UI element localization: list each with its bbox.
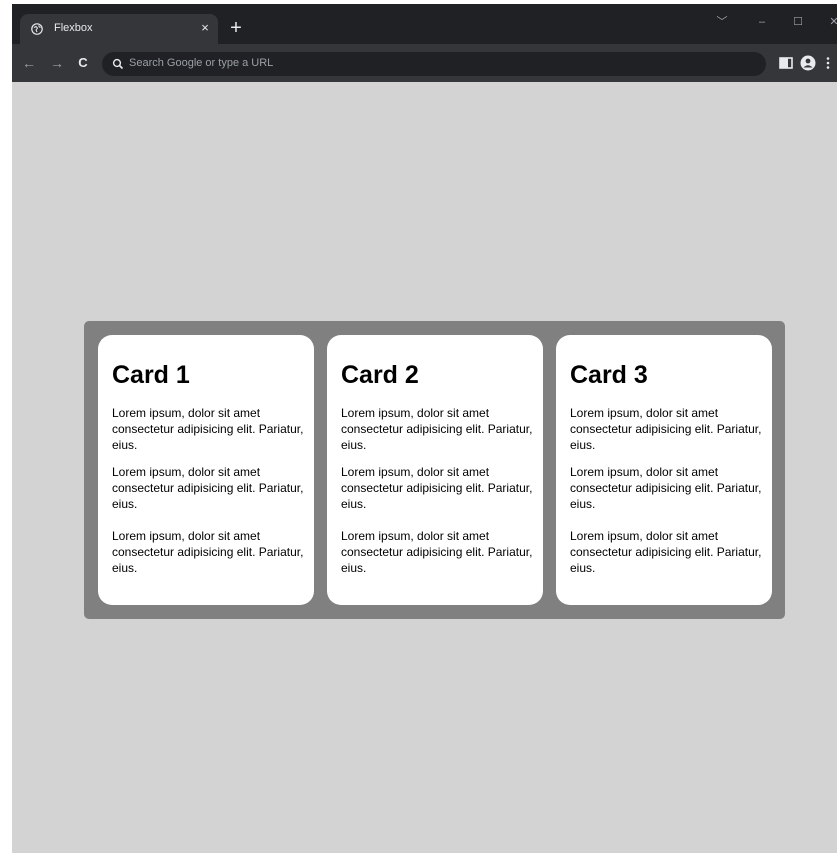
profile-icon[interactable] <box>800 55 816 71</box>
card-paragraph: Lorem ipsum, dolor sit amet consectetur … <box>112 529 304 575</box>
tab-search-icon[interactable]: ﹀ <box>712 14 732 30</box>
maximize-icon[interactable]: ☐ <box>788 14 808 30</box>
card-title: Card 2 <box>341 361 419 389</box>
flex-container: Card 1 Lorem ipsum, dolor sit amet conse… <box>84 321 785 619</box>
close-window-icon[interactable]: ✕ <box>824 14 837 30</box>
card-paragraph: Lorem ipsum, dolor sit amet consectetur … <box>570 465 762 511</box>
address-placeholder: Search Google or type a URL <box>129 57 274 69</box>
card-1: Card 1 Lorem ipsum, dolor sit amet conse… <box>98 335 314 605</box>
card-paragraph: Lorem ipsum, dolor sit amet consectetur … <box>570 529 762 575</box>
card-title: Card 3 <box>570 361 648 389</box>
tab-title: Flexbox <box>54 22 93 34</box>
card-paragraph: Lorem ipsum, dolor sit amet consectetur … <box>112 406 304 452</box>
card-title: Card 1 <box>112 361 190 389</box>
globe-icon <box>31 23 43 35</box>
forward-icon[interactable]: → <box>48 54 66 72</box>
address-bar[interactable]: Search Google or type a URL <box>102 52 766 76</box>
page-viewport: Card 1 Lorem ipsum, dolor sit amet conse… <box>12 82 837 853</box>
back-icon[interactable]: ← <box>20 54 38 72</box>
card-2: Card 2 Lorem ipsum, dolor sit amet conse… <box>327 335 543 605</box>
menu-icon[interactable] <box>823 55 833 71</box>
search-icon <box>112 58 124 70</box>
tab-flexbox[interactable]: Flexbox × <box>20 14 218 44</box>
card-paragraph: Lorem ipsum, dolor sit amet consectetur … <box>341 465 533 511</box>
card-3: Card 3 Lorem ipsum, dolor sit amet conse… <box>556 335 772 605</box>
card-paragraph: Lorem ipsum, dolor sit amet consectetur … <box>341 406 533 452</box>
tab-strip: Flexbox × + ﹀ – ☐ ✕ <box>12 4 837 44</box>
minimize-icon[interactable]: – <box>752 14 772 30</box>
card-paragraph: Lorem ipsum, dolor sit amet consectetur … <box>341 529 533 575</box>
card-paragraph: Lorem ipsum, dolor sit amet consectetur … <box>112 465 304 511</box>
browser-toolbar: ← → C Search Google or type a URL <box>12 44 837 82</box>
browser-window: Flexbox × + ﹀ – ☐ ✕ ← → C Search Google … <box>12 4 837 853</box>
new-tab-button[interactable]: + <box>226 18 246 38</box>
tab-close-icon[interactable]: × <box>198 19 212 37</box>
card-paragraph: Lorem ipsum, dolor sit amet consectetur … <box>570 406 762 452</box>
side-panel-icon[interactable] <box>778 55 794 71</box>
reload-icon[interactable]: C <box>74 54 92 72</box>
